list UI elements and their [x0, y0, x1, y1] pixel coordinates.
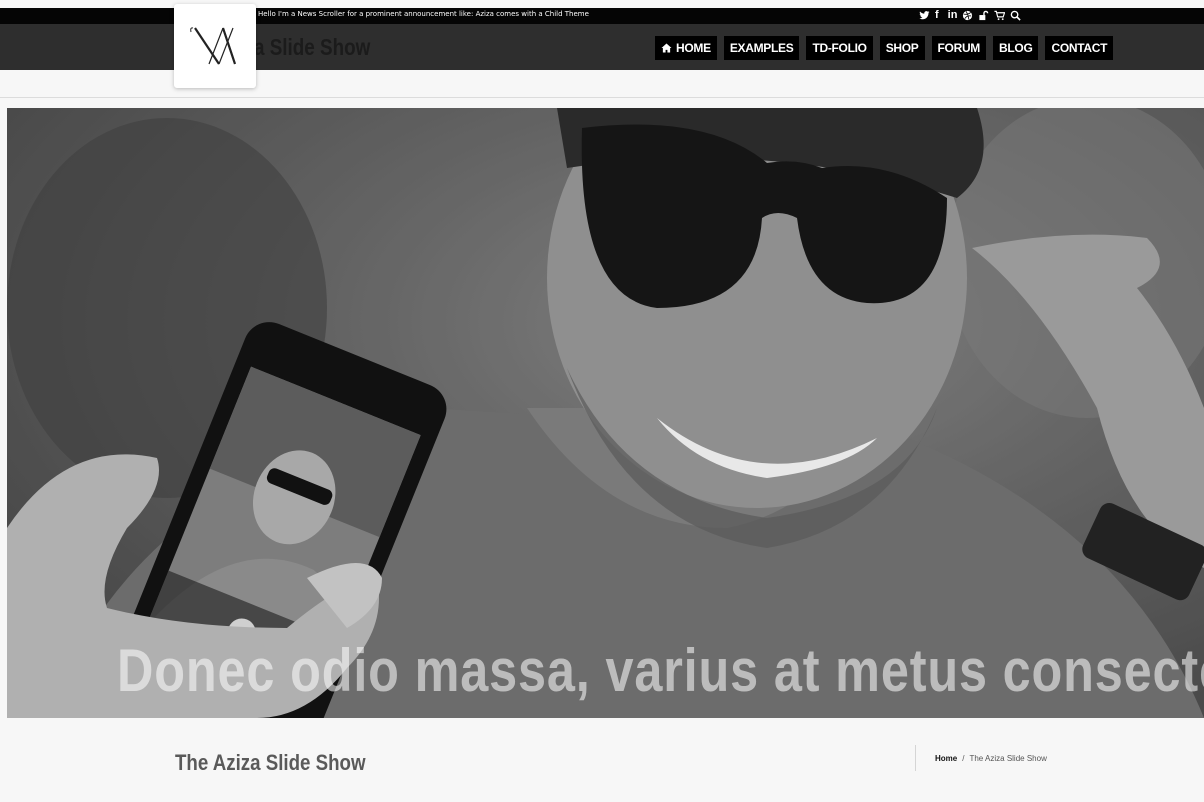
breadcrumb-separator: /	[962, 754, 965, 763]
nav-examples[interactable]: EXAMPLES	[723, 36, 800, 60]
site-title[interactable]: a Slide Show	[254, 34, 370, 61]
page-title: The Aziza Slide Show	[175, 750, 366, 775]
search-icon[interactable]	[1010, 10, 1022, 21]
logo-mark	[190, 27, 237, 65]
nav-contact[interactable]: CONTACT	[1045, 36, 1114, 60]
cart-icon[interactable]	[994, 10, 1006, 21]
nav-home-label: HOME	[676, 41, 711, 55]
nav-home[interactable]: HOME	[655, 36, 717, 60]
social-icons: f in	[919, 9, 1022, 22]
lock-icon[interactable]	[978, 10, 989, 21]
hero-caption: Donec odio massa, varius at metus consec…	[117, 637, 1204, 704]
dribbble-icon[interactable]	[962, 10, 973, 21]
hero-slide[interactable]: Donec odio massa, varius at metus consec…	[7, 108, 1204, 718]
breadcrumb-current: The Aziza Slide Show	[969, 754, 1047, 763]
breadcrumb-home[interactable]: Home	[935, 754, 957, 763]
nav-td-folio[interactable]: TD-FOLIO	[806, 36, 873, 60]
facebook-icon[interactable]: f	[935, 9, 939, 22]
site-logo[interactable]	[174, 4, 256, 88]
news-scroller[interactable]: Hello I'm a News Scroller for a prominen…	[258, 10, 589, 18]
nav-blog[interactable]: BLOG	[993, 36, 1039, 60]
nav-shop[interactable]: SHOP	[879, 36, 925, 60]
twitter-icon[interactable]	[919, 10, 930, 21]
nav-forum[interactable]: FORUM	[931, 36, 987, 60]
main-nav: HOME EXAMPLES TD-FOLIO SHOP FORUM BLOG C…	[655, 36, 1114, 60]
hero-photo	[7, 108, 1204, 718]
linkedin-icon[interactable]: in	[948, 9, 958, 22]
home-icon	[661, 43, 672, 53]
breadcrumb: Home / The Aziza Slide Show	[935, 754, 1047, 763]
breadcrumb-divider	[915, 745, 916, 771]
